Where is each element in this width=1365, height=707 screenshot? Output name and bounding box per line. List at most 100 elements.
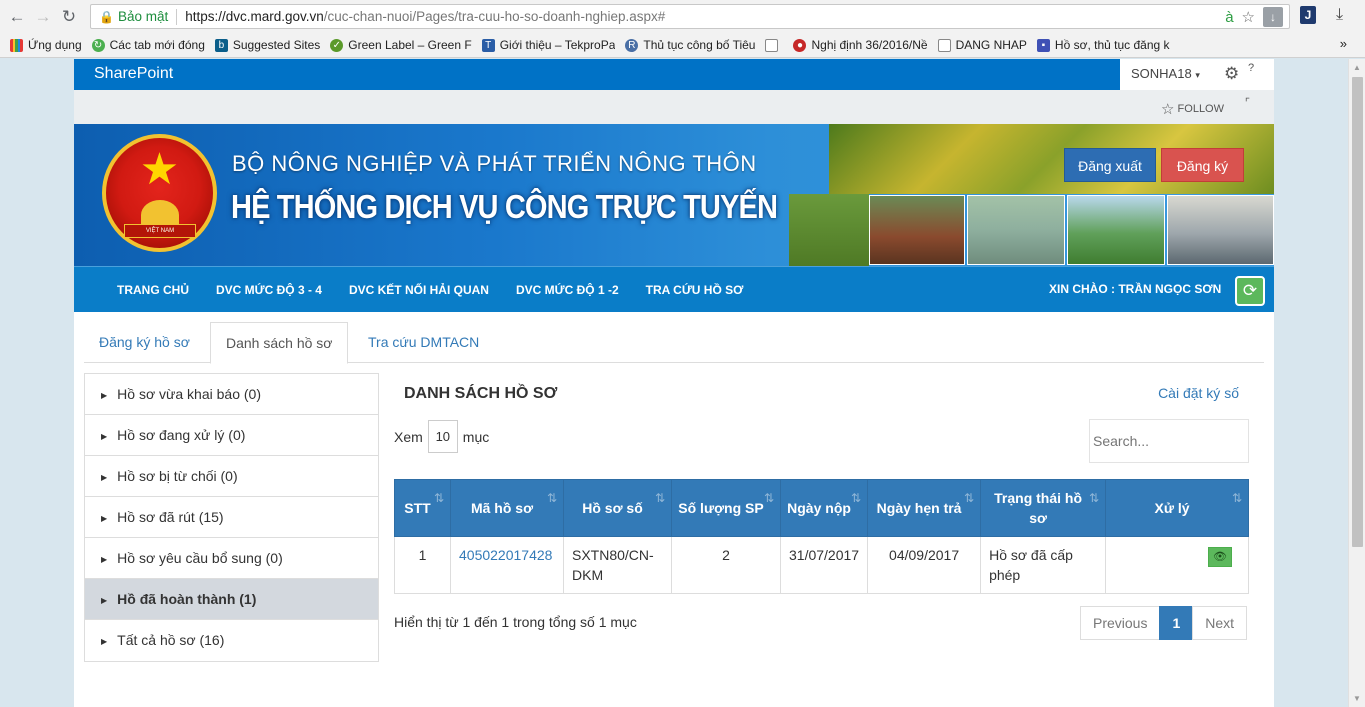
bookmark-suggested-sites[interactable]: b Suggested Sites [214, 38, 320, 52]
address-bar[interactable]: 🔒 Bảo mật https://dvc.mard.gov.vn/cuc-ch… [90, 4, 1290, 29]
apps-grid-icon [10, 38, 23, 52]
caret-down-icon: ▾ [1195, 70, 1200, 80]
cell-stt: 1 [394, 536, 451, 594]
bookmark-thu-tuc[interactable]: R Thủ tục công bố Tiêu [625, 38, 755, 52]
bookmark-nghi-dinh[interactable]: ● Nghị định 36/2016/Nề [793, 38, 928, 52]
column-header-number[interactable]: Hồ sơ số ⇅ [563, 479, 672, 537]
scroll-up-icon[interactable]: ▲ [1349, 59, 1365, 76]
sidebar-item-rejected[interactable]: ▶ Hồ sơ bị từ chối (0) [85, 456, 378, 497]
bookmark-ho-so[interactable]: ▪ Hồ sơ, thủ tục đăng k [1036, 38, 1170, 52]
sort-icon: ⇅ [546, 491, 557, 505]
column-header-submit-date[interactable]: Ngày nộp ⇅ [779, 479, 869, 537]
page-scrollbar[interactable]: ▲ ▼ [1348, 59, 1365, 707]
national-emblem-icon: ★ VIỆT NAM [102, 134, 217, 252]
translate-icon[interactable]: à [1225, 9, 1233, 26]
gear-icon[interactable]: ⚙ [1224, 64, 1239, 84]
bookmark-star-icon[interactable]: ☆ [1242, 8, 1255, 26]
register-button[interactable]: Đăng ký [1161, 148, 1244, 182]
caret-right-icon: ▶ [101, 390, 108, 400]
sidebar-item-completed[interactable]: ▶ Hồ đã hoàn thành (1) [85, 579, 378, 620]
sort-icon: ⇅ [851, 491, 862, 505]
bookmark-apps[interactable]: Ứng dụng [10, 38, 82, 52]
bookmark-page[interactable] [765, 38, 783, 52]
url-text: https://dvc.mard.gov.vn/cuc-chan-nuoi/Pa… [185, 9, 666, 24]
nav-home[interactable]: TRANG CHỦ [117, 283, 189, 297]
logout-button[interactable]: Đăng xuất [1064, 148, 1156, 182]
scroll-down-icon[interactable]: ▼ [1349, 690, 1365, 707]
nav-lookup[interactable]: TRA CỨU HỒ SƠ [646, 283, 744, 297]
previous-page-button[interactable]: Previous [1080, 606, 1161, 640]
nav-dvc-level-3-4[interactable]: DVC MỨC ĐỘ 3 - 4 [216, 283, 322, 297]
lock-icon: 🔒 [99, 9, 114, 24]
column-header-stt[interactable]: STT ⇅ [394, 479, 451, 537]
user-greeting: XIN CHÀO : TRẦN NGỌC SƠN [1049, 282, 1222, 296]
bookmark-recent-tabs[interactable]: ↻ Các tab mới đóng [91, 38, 205, 52]
web-page: SharePoint SONHA18 ▾ ⚙ ? ☆ FOLLOW ⌜ ★ VI… [74, 59, 1274, 707]
column-header-due-date[interactable]: Ngày hẹn trả ⇅ [867, 479, 982, 537]
next-page-button[interactable]: Next [1192, 606, 1248, 640]
page-length-select[interactable]: 10 [427, 420, 458, 453]
sort-icon: ⇅ [763, 491, 774, 505]
bookmark-dang-nhap[interactable]: DANG NHAP [937, 38, 1027, 52]
cell-action: 👁 [1105, 536, 1249, 594]
secure-label: Bảo mật [117, 9, 169, 24]
farming-machine-photo [1067, 195, 1165, 265]
sidebar-item-processing[interactable]: ▶ Hồ sơ đang xử lý (0) [85, 415, 378, 456]
caret-right-icon: ▶ [101, 636, 108, 646]
cell-due-date: 04/09/2017 [867, 536, 982, 594]
scroll-thumb[interactable] [1352, 77, 1363, 547]
digital-signature-settings-link[interactable]: Cài đặt ký số [1158, 385, 1239, 401]
fish-farm-photo [967, 195, 1065, 265]
column-header-status[interactable]: Trạng thái hồ sơ ⇅ [980, 479, 1107, 537]
bookmarks-more-icon[interactable]: » [1340, 36, 1347, 51]
table-row: 1 405022017428 SXTN80/CN-DKM 2 31/07/201… [394, 536, 1249, 594]
help-icon[interactable]: ? [1248, 62, 1254, 74]
bookmark-green-label[interactable]: ✓ Green Label – Green F [330, 38, 472, 52]
search-input[interactable] [1089, 419, 1249, 463]
sidebar-item-supplement[interactable]: ▶ Hồ sơ yêu cầu bổ sung (0) [85, 538, 378, 579]
extension-j-icon[interactable]: J [1300, 6, 1316, 24]
star-icon: ☆ [1161, 101, 1175, 118]
user-menu[interactable]: SONHA18 ▾ [1131, 66, 1200, 81]
sidebar-item-withdrawn[interactable]: ▶ Hồ sơ đã rút (15) [85, 497, 378, 538]
page-length-control: Xem 10 mục [394, 420, 489, 453]
sidebar-item-new[interactable]: ▶ Hồ sơ vừa khai báo (0) [85, 374, 378, 415]
sidebar-item-all[interactable]: ▶ Tất cả hồ sơ (16) [85, 620, 378, 661]
download-arrow-icon[interactable]: ↓ [1263, 7, 1283, 27]
page-icon [937, 38, 951, 52]
follow-button[interactable]: ☆ FOLLOW [1161, 100, 1224, 118]
caret-right-icon: ▶ [101, 513, 108, 523]
tab-register-dossier[interactable]: Đăng ký hồ sơ [84, 322, 205, 363]
system-title: HỆ THỐNG DỊCH VỤ CÔNG TRỰC TUYẾN [231, 188, 778, 225]
view-eye-icon[interactable]: 👁 [1208, 547, 1232, 567]
caret-right-icon: ▶ [101, 431, 108, 441]
focus-content-icon[interactable]: ⌜ [1245, 96, 1250, 109]
sort-icon: ⇅ [1089, 491, 1100, 505]
dossier-table: STT ⇅ Mã hồ sơ ⇅ Hồ sơ số ⇅ Số lượng SP ⇅ Ng… [394, 479, 1249, 594]
bookmark-tekpro[interactable]: T Giới thiệu – TekproPa [481, 38, 615, 52]
cell-quantity: 2 [671, 536, 781, 594]
doc-icon: ▪ [1036, 38, 1050, 52]
nav-dvc-level-1-2[interactable]: DVC MỨC ĐỘ 1 -2 [516, 283, 619, 297]
page-1-button[interactable]: 1 [1159, 606, 1194, 640]
forward-icon[interactable]: → [30, 0, 56, 33]
back-icon[interactable]: ← [4, 0, 30, 33]
dossier-list-panel: DANH SÁCH HỒ SƠ Cài đặt ký số Xem 10 mục… [394, 373, 1254, 673]
dossier-code-link[interactable]: 405022017428 [459, 547, 552, 563]
tab-lookup-dmtacn[interactable]: Tra cứu DMTACN [353, 322, 494, 363]
page-icon [765, 38, 779, 52]
column-header-action[interactable]: Xử lý ⇅ [1105, 479, 1249, 537]
leaf-icon: ✓ [330, 38, 344, 52]
caret-right-icon: ▶ [101, 554, 108, 564]
column-header-quantity[interactable]: Số lượng SP ⇅ [671, 479, 781, 537]
history-icon: ↻ [91, 38, 105, 52]
sharepoint-brand[interactable]: SharePoint [74, 59, 1120, 90]
field-image [789, 194, 869, 266]
download-icon[interactable]: ⤓ [1336, 6, 1343, 24]
logout-arrow-icon[interactable]: ⟳ [1235, 276, 1265, 306]
reload-icon[interactable]: ↻ [56, 0, 82, 33]
nav-dvc-customs[interactable]: DVC KẾT NỐI HẢI QUAN [349, 283, 489, 297]
tab-dossier-list[interactable]: Danh sách hồ sơ [210, 322, 349, 364]
column-header-code[interactable]: Mã hồ sơ ⇅ [450, 479, 564, 537]
browser-toolbar: ← → ↻ 🔒 Bảo mật https://dvc.mard.gov.vn/… [0, 0, 1365, 33]
